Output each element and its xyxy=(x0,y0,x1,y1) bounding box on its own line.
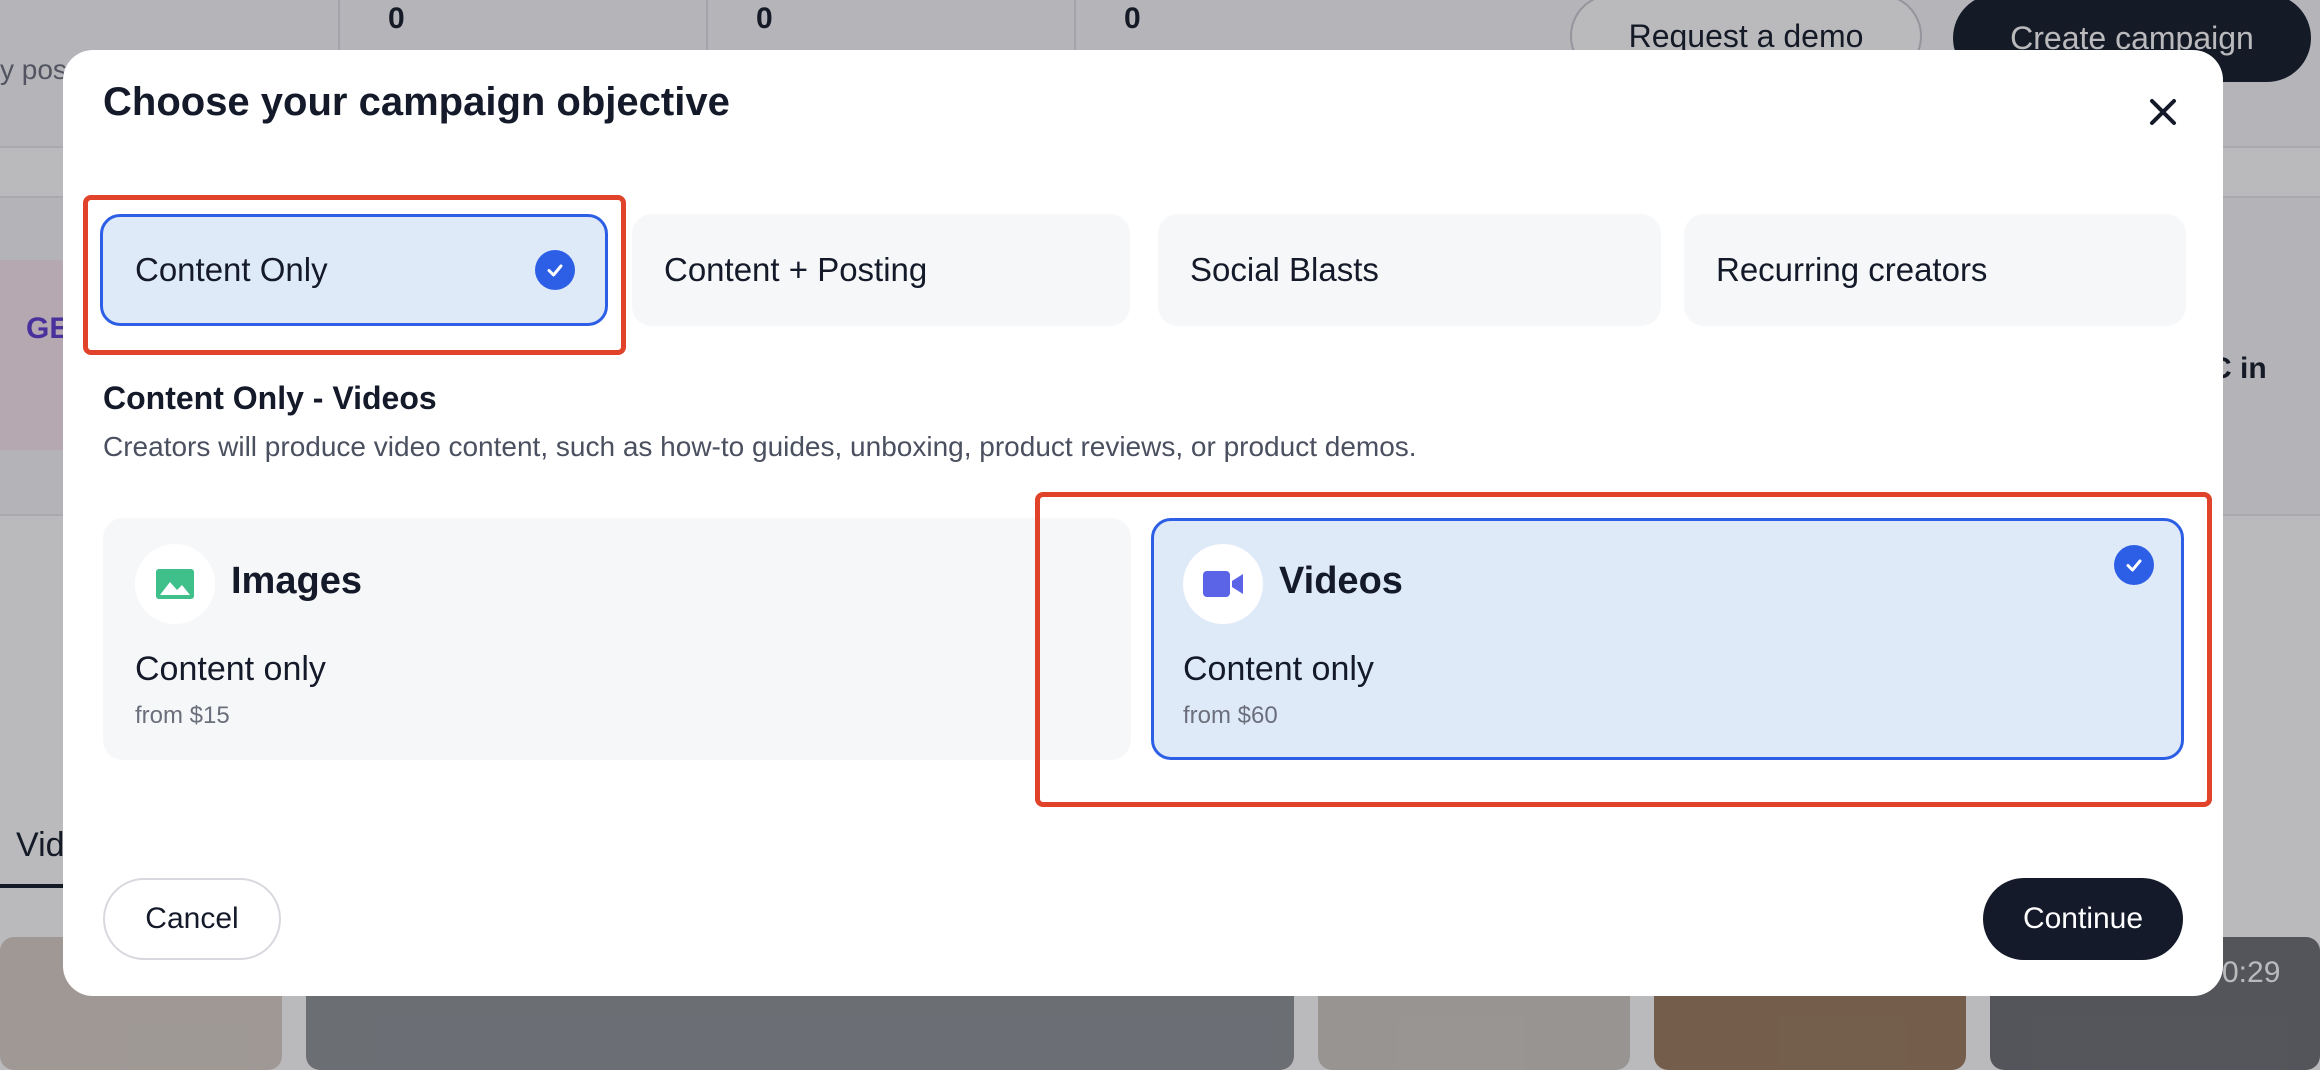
objective-label: Social Blasts xyxy=(1190,251,1379,288)
objective-label: Recurring creators xyxy=(1716,251,1988,288)
close-button[interactable] xyxy=(2135,84,2191,140)
image-icon xyxy=(135,544,215,624)
objective-recurring-creators[interactable]: Recurring creators xyxy=(1684,214,2186,326)
format-card-videos[interactable]: Videos Content only from $60 xyxy=(1151,518,2184,760)
check-circle-icon xyxy=(535,250,575,290)
objective-content-posting[interactable]: Content + Posting xyxy=(632,214,1130,326)
modal-title: Choose your campaign objective xyxy=(103,80,730,124)
format-price: from $15 xyxy=(135,702,230,729)
check-circle-icon xyxy=(2114,545,2154,585)
objective-content-only[interactable]: Content Only xyxy=(100,214,608,326)
objective-label: Content + Posting xyxy=(664,251,928,288)
format-title: Images xyxy=(231,560,362,602)
format-price: from $60 xyxy=(1183,702,1278,729)
continue-button[interactable]: Continue xyxy=(1983,878,2183,960)
section-description: Creators will produce video content, suc… xyxy=(103,431,1417,462)
format-subtitle: Content only xyxy=(135,650,326,688)
format-subtitle: Content only xyxy=(1183,650,1374,688)
section-title: Content Only - Videos xyxy=(103,380,437,416)
cancel-button[interactable]: Cancel xyxy=(103,878,281,960)
objective-social-blasts[interactable]: Social Blasts xyxy=(1158,214,1661,326)
campaign-objective-modal: Choose your campaign objective Content O… xyxy=(63,50,2223,996)
format-title: Videos xyxy=(1279,560,1403,602)
format-card-images[interactable]: Images Content only from $15 xyxy=(103,518,1131,760)
video-camera-icon xyxy=(1183,544,1263,624)
objective-label: Content Only xyxy=(135,251,328,288)
close-icon xyxy=(2150,99,2176,125)
